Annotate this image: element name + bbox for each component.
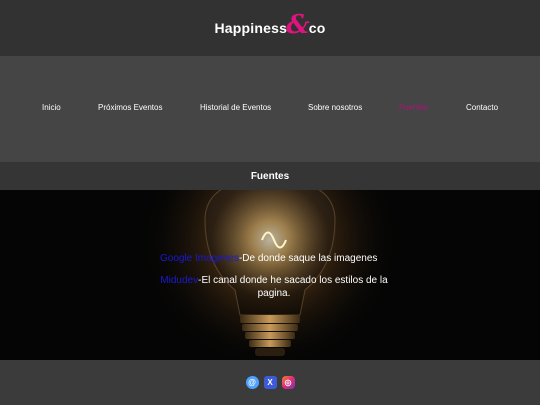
- sources-list: Google Imagenes-De donde saque las image…: [0, 190, 540, 360]
- nav-item-proximos-eventos[interactable]: Próximos Eventos: [98, 103, 162, 112]
- nav-item-historial[interactable]: Historial de Eventos: [200, 103, 271, 112]
- nav-item-contacto[interactable]: Contacto: [466, 103, 498, 112]
- brand-name: Happiness: [214, 20, 288, 36]
- nav-item-fuentes[interactable]: Fuentes: [399, 103, 428, 112]
- nav-item-sobre-nosotros[interactable]: Sobre nosotros: [308, 103, 362, 112]
- brand-logo[interactable]: Happiness & co: [214, 12, 326, 38]
- instagram-icon[interactable]: ◎: [281, 376, 295, 389]
- source-item: Midudev-El canal donde he sacado los est…: [154, 274, 394, 300]
- brand-ampersand: &: [286, 10, 310, 40]
- x-icon[interactable]: X: [263, 376, 277, 389]
- hero-banner: Google Imagenes-De donde saque las image…: [0, 190, 540, 360]
- threads-icon[interactable]: @: [245, 376, 259, 389]
- main-nav: Inicio Próximos Eventos Historial de Eve…: [0, 56, 540, 162]
- source-link-midudev[interactable]: Midudev: [160, 275, 198, 286]
- source-link-google[interactable]: Google Imagenes: [160, 253, 239, 264]
- page-title-text: Fuentes: [250, 170, 290, 182]
- site-header: Happiness & co: [0, 0, 540, 56]
- page-title: Fuentes: [0, 162, 540, 190]
- site-footer: @ X ◎: [0, 360, 540, 405]
- nav-item-inicio[interactable]: Inicio: [42, 103, 61, 112]
- source-desc: -El canal donde he sacado los estilos de…: [198, 275, 388, 299]
- source-desc: -De donde saque las imagenes: [238, 253, 378, 264]
- source-item: Google Imagenes-De donde saque las image…: [160, 252, 377, 265]
- brand-suffix: co: [308, 20, 326, 36]
